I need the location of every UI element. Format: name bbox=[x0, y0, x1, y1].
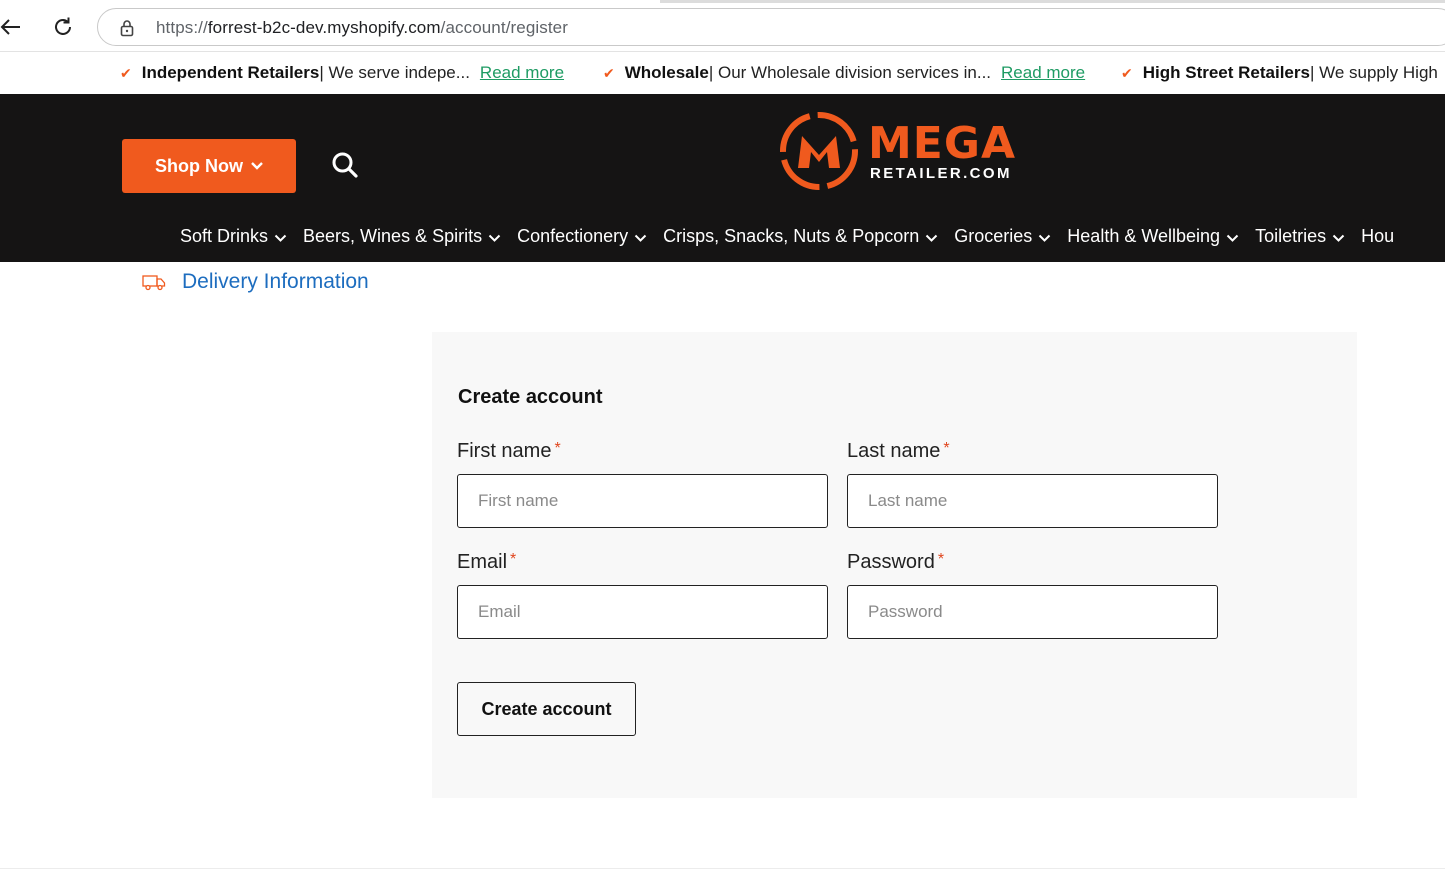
footer-divider bbox=[0, 868, 1445, 869]
nav-item-beers-wines-spirits[interactable]: Beers, Wines & Spirits bbox=[303, 223, 501, 249]
first-name-group: First name * bbox=[457, 440, 829, 528]
chevron-down-icon bbox=[488, 234, 501, 242]
announcement-item: ✔ Independent Retailers | We serve indep… bbox=[120, 63, 564, 83]
check-icon: ✔ bbox=[603, 64, 615, 81]
nav-item-groceries[interactable]: Groceries bbox=[954, 223, 1051, 249]
url-text[interactable]: https://forrest-b2c-dev.myshopify.com/ac… bbox=[156, 18, 568, 38]
nav-item-confectionery[interactable]: Confectionery bbox=[517, 223, 647, 249]
email-label: Email * bbox=[457, 551, 829, 579]
shop-now-label: Shop Now bbox=[155, 155, 243, 176]
email-label-text: Email bbox=[457, 551, 508, 573]
last-name-label: Last name * bbox=[847, 440, 1219, 468]
read-more-link[interactable]: Read more bbox=[480, 63, 564, 83]
logo-subtitle: RETAILER.COM bbox=[870, 165, 1012, 182]
password-label-text: Password bbox=[847, 551, 935, 573]
nav-item-label: Confectionery bbox=[517, 225, 629, 246]
nav-item-label: Beers, Wines & Spirits bbox=[303, 225, 483, 246]
address-bar[interactable]: https://forrest-b2c-dev.myshopify.com/ac… bbox=[97, 8, 1445, 46]
last-name-group: Last name * bbox=[847, 440, 1219, 528]
chevron-down-icon bbox=[251, 162, 263, 170]
site-header: Shop Now MEGA RETAILER.COM Soft Drinks B… bbox=[0, 94, 1445, 262]
first-name-input[interactable] bbox=[457, 474, 828, 528]
nav-item-soft-drinks[interactable]: Soft Drinks bbox=[180, 223, 287, 249]
chevron-down-icon bbox=[1332, 234, 1345, 242]
announcement-item: ✔ High Street Retailers | We supply High bbox=[1121, 63, 1438, 83]
create-account-panel: Create account First name* Last name* Em… bbox=[432, 332, 1357, 798]
required-mark: * bbox=[510, 551, 517, 568]
search-icon[interactable] bbox=[330, 150, 360, 180]
browser-toolbar: https://forrest-b2c-dev.myshopify.com/ac… bbox=[0, 0, 1445, 52]
nav-item-household[interactable]: Hou bbox=[1361, 223, 1394, 249]
logo-mark-icon bbox=[780, 112, 858, 190]
password-group: Password * bbox=[847, 551, 1219, 639]
nav-item-crisps-snacks[interactable]: Crisps, Snacks, Nuts & Popcorn bbox=[663, 223, 938, 249]
create-account-button[interactable]: Create account bbox=[457, 682, 636, 736]
read-more-link[interactable]: Read more bbox=[1001, 63, 1085, 83]
last-name-label-text: Last name bbox=[847, 440, 941, 462]
announcement-title: Wholesale bbox=[624, 63, 709, 82]
nav-item-label: Health & Wellbeing bbox=[1067, 225, 1221, 246]
nav-item-toiletries[interactable]: Toiletries bbox=[1255, 223, 1345, 249]
announcement-title: Independent Retailers bbox=[141, 63, 320, 82]
url-prefix: https:// bbox=[156, 18, 208, 37]
chevron-down-icon bbox=[1039, 234, 1051, 242]
url-path: /account/register bbox=[440, 18, 568, 37]
form-title: Create account bbox=[458, 386, 603, 408]
password-label: Password * bbox=[847, 551, 1219, 579]
back-arrow-icon[interactable] bbox=[0, 14, 24, 40]
required-mark: * bbox=[937, 551, 945, 568]
email-group: Email * bbox=[457, 551, 829, 639]
site-logo[interactable]: MEGA RETAILER.COM bbox=[778, 110, 1017, 192]
nav-item-label: Groceries bbox=[954, 225, 1033, 246]
announcement-text: | Our Wholesale division services in... bbox=[708, 63, 992, 82]
password-input[interactable] bbox=[847, 585, 1218, 639]
tab-strip-edge bbox=[0, 0, 1445, 3]
nav-item-label: Hou bbox=[1361, 225, 1395, 246]
delivery-info-link[interactable]: Delivery Information bbox=[142, 270, 369, 294]
first-name-label: First name * bbox=[457, 440, 829, 468]
chevron-down-icon bbox=[274, 234, 287, 242]
check-icon: ✔ bbox=[1121, 64, 1133, 81]
last-name-input[interactable] bbox=[847, 474, 1218, 528]
announcement-text: | We supply High bbox=[1309, 63, 1438, 82]
main-nav: Soft Drinks Beers, Wines & Spirits Confe… bbox=[180, 223, 1394, 249]
check-icon: ✔ bbox=[120, 64, 132, 81]
announcement-title: High Street Retailers bbox=[1142, 63, 1310, 82]
announcement-item: ✔ Wholesale | Our Wholesale division ser… bbox=[603, 63, 1085, 83]
delivery-info-label: Delivery Information bbox=[182, 270, 369, 293]
nav-item-label: Crisps, Snacks, Nuts & Popcorn bbox=[663, 225, 920, 246]
required-mark: * bbox=[554, 440, 561, 457]
chevron-down-icon bbox=[926, 234, 938, 242]
shop-now-button[interactable]: Shop Now bbox=[122, 139, 296, 193]
nav-item-label: Toiletries bbox=[1255, 225, 1327, 246]
first-name-label-text: First name bbox=[457, 440, 552, 462]
chevron-down-icon bbox=[1226, 234, 1239, 242]
nav-item-health-wellbeing[interactable]: Health & Wellbeing bbox=[1067, 223, 1239, 249]
lock-icon[interactable] bbox=[118, 19, 136, 37]
announcement-text: | We serve indepe... bbox=[319, 63, 470, 82]
required-mark: * bbox=[943, 440, 950, 457]
email-input[interactable] bbox=[457, 585, 828, 639]
announcement-bar: ✔ Independent Retailers | We serve indep… bbox=[0, 53, 1445, 94]
chevron-down-icon bbox=[634, 234, 647, 242]
logo-wordmark: MEGA bbox=[868, 118, 1017, 169]
url-host: forrest-b2c-dev.myshopify.com bbox=[207, 18, 441, 37]
truck-icon bbox=[142, 275, 166, 291]
reload-icon[interactable] bbox=[50, 14, 76, 40]
nav-item-label: Soft Drinks bbox=[180, 225, 269, 246]
